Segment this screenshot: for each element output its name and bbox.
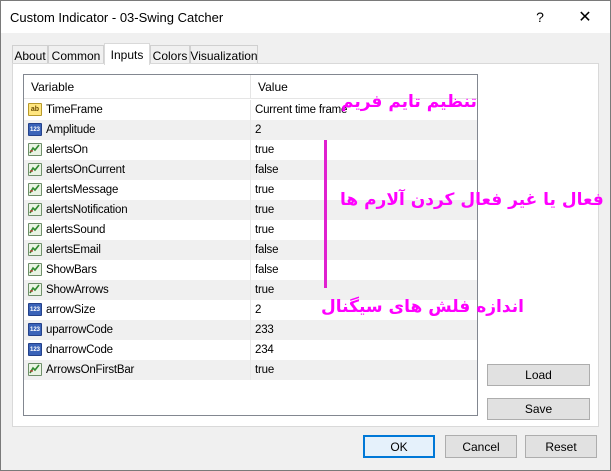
- variable-name: Amplitude: [46, 124, 96, 136]
- table-row[interactable]: ShowBars false: [24, 260, 477, 280]
- variable-name: arrowSize: [46, 304, 96, 316]
- value-cell[interactable]: true: [255, 140, 274, 160]
- variable-cell: alertsNotification: [24, 200, 251, 220]
- value-cell[interactable]: true: [255, 200, 274, 220]
- number-icon: 123: [28, 343, 42, 356]
- title-bar: Custom Indicator - 03-Swing Catcher ? ✕: [1, 1, 610, 33]
- inputs-grid: Variable Value ab TimeFrame Current time f…: [23, 74, 478, 416]
- bool-icon: [28, 283, 42, 296]
- variable-cell: 123 arrowSize: [24, 300, 251, 320]
- timeframe-annotation: تنظیم تایم فریم: [341, 92, 477, 112]
- bool-icon: [28, 183, 42, 196]
- tab-inputs[interactable]: Inputs: [104, 43, 150, 65]
- value-cell[interactable]: 2: [255, 120, 261, 140]
- variable-name: uparrowCode: [46, 324, 113, 336]
- value-cell[interactable]: 234: [255, 340, 274, 360]
- variable-name: ShowArrows: [46, 284, 109, 296]
- close-button[interactable]: ✕: [562, 1, 608, 33]
- table-row[interactable]: ArrowsOnFirstBar true: [24, 360, 477, 380]
- window-title: Custom Indicator - 03-Swing Catcher: [10, 10, 224, 25]
- table-row[interactable]: alertsOn true: [24, 140, 477, 160]
- variable-cell: 123 Amplitude: [24, 120, 251, 140]
- string-icon: ab: [28, 103, 42, 116]
- variable-name: alertsMessage: [46, 184, 119, 196]
- cancel-button[interactable]: Cancel: [445, 435, 517, 458]
- bool-icon: [28, 263, 42, 276]
- variable-name: ShowBars: [46, 264, 97, 276]
- indicator-dialog: Custom Indicator - 03-Swing Catcher ? ✕ …: [0, 0, 611, 471]
- reset-button[interactable]: Reset: [525, 435, 597, 458]
- value-cell[interactable]: true: [255, 220, 274, 240]
- value-cell[interactable]: true: [255, 180, 274, 200]
- arrow-size-annotation: اندازه فلش های سیگنال: [321, 297, 524, 317]
- value-cell[interactable]: false: [255, 260, 278, 280]
- number-icon: 123: [28, 123, 42, 136]
- bool-icon: [28, 163, 42, 176]
- variable-name: alertsOn: [46, 144, 88, 156]
- bool-icon: [28, 243, 42, 256]
- bool-icon: [28, 143, 42, 156]
- variable-name: alertsSound: [46, 224, 106, 236]
- value-cell[interactable]: Current time frame: [255, 100, 347, 120]
- tab-visualization[interactable]: Visualization: [190, 45, 258, 65]
- number-icon: 123: [28, 323, 42, 336]
- value-cell[interactable]: true: [255, 360, 274, 380]
- annotation-bracket-line: [324, 140, 327, 288]
- variable-cell: ShowArrows: [24, 280, 251, 300]
- help-button[interactable]: ?: [517, 1, 563, 33]
- alerts-annotation: فعال یا غیر فعال کردن آلارم ها: [340, 190, 604, 210]
- save-button[interactable]: Save: [487, 398, 590, 420]
- table-row[interactable]: alertsSound true: [24, 220, 477, 240]
- variable-cell: alertsOnCurrent: [24, 160, 251, 180]
- variable-name: TimeFrame: [46, 104, 103, 116]
- number-icon: 123: [28, 303, 42, 316]
- ok-button[interactable]: OK: [363, 435, 435, 458]
- value-cell[interactable]: true: [255, 280, 274, 300]
- table-row[interactable]: alertsEmail false: [24, 240, 477, 260]
- variable-name: dnarrowCode: [46, 344, 113, 356]
- bool-icon: [28, 363, 42, 376]
- variable-cell: 123 uparrowCode: [24, 320, 251, 340]
- load-button[interactable]: Load: [487, 364, 590, 386]
- variable-cell: ab TimeFrame: [24, 100, 251, 120]
- variable-name: ArrowsOnFirstBar: [46, 364, 135, 376]
- table-row[interactable]: 123 uparrowCode 233: [24, 320, 477, 340]
- table-row[interactable]: 123 dnarrowCode 234: [24, 340, 477, 360]
- variable-cell: ArrowsOnFirstBar: [24, 360, 251, 380]
- value-cell[interactable]: false: [255, 240, 278, 260]
- value-cell[interactable]: false: [255, 160, 278, 180]
- bool-icon: [28, 203, 42, 216]
- tab-colors[interactable]: Colors: [150, 45, 190, 65]
- variable-cell: alertsMessage: [24, 180, 251, 200]
- tab-about[interactable]: About: [12, 45, 48, 65]
- bool-icon: [28, 223, 42, 236]
- inputs-panel: Variable Value ab TimeFrame Current time f…: [12, 63, 599, 427]
- variable-name: alertsNotification: [46, 204, 128, 216]
- variable-cell: 123 dnarrowCode: [24, 340, 251, 360]
- variable-cell: alertsOn: [24, 140, 251, 160]
- value-cell[interactable]: 2: [255, 300, 261, 320]
- table-row[interactable]: alertsOnCurrent false: [24, 160, 477, 180]
- tab-common[interactable]: Common: [48, 45, 104, 65]
- variable-cell: ShowBars: [24, 260, 251, 280]
- table-row[interactable]: 123 Amplitude 2: [24, 120, 477, 140]
- variable-name: alertsOnCurrent: [46, 164, 125, 176]
- variable-name: alertsEmail: [46, 244, 101, 256]
- column-header-variable[interactable]: Variable: [24, 75, 251, 99]
- value-cell[interactable]: 233: [255, 320, 274, 340]
- variable-cell: alertsEmail: [24, 240, 251, 260]
- variable-cell: alertsSound: [24, 220, 251, 240]
